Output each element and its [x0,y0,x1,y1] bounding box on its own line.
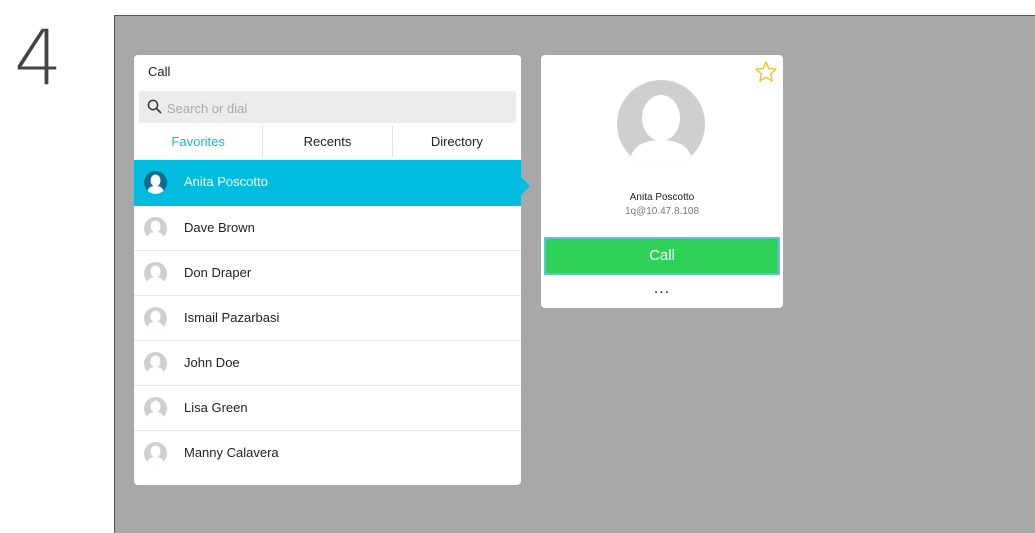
search-input[interactable] [165,97,509,119]
contact-name: Lisa Green [184,400,248,415]
person-icon [144,171,167,194]
contact-row-ismail-pazarbasi[interactable]: Ismail Pazarbasi [134,296,521,341]
person-icon [144,442,167,465]
contact-name: Anita Poscotto [184,174,268,189]
contact-row-don-draper[interactable]: Don Draper [134,251,521,296]
search-icon [147,99,162,114]
detail-contact-name: Anita Poscotto [629,192,695,203]
tab-favorites[interactable]: Favorites [134,126,264,158]
tab-recents[interactable]: Recents [263,126,393,158]
step-number: 4 [14,13,63,102]
contact-row-john-doe[interactable]: John Doe [134,341,521,386]
person-icon [144,352,167,375]
device-screen: Call Favorites Recents Directory Anita P… [114,15,1035,533]
person-icon [144,217,167,240]
contact-row-dave-brown[interactable]: Dave Brown [134,206,521,251]
more-options-button[interactable]: ... [541,280,783,298]
star-outline-icon[interactable] [754,60,778,84]
call-button[interactable]: Call [544,237,780,275]
call-panel: Call Favorites Recents Directory Anita P… [134,55,521,485]
contact-list: Anita Poscotto Dave Brown Don Draper Ism… [134,160,521,476]
contact-row-lisa-green[interactable]: Lisa Green [134,386,521,431]
contact-name: Ismail Pazarbasi [184,310,280,325]
tab-bar: Favorites Recents Directory [134,126,521,158]
panel-title: Call [148,64,171,79]
selection-pointer [521,177,530,195]
person-icon [144,397,167,420]
person-icon [617,80,705,168]
tab-directory[interactable]: Directory [393,126,521,158]
person-icon [144,307,167,330]
contact-detail-card: Anita Poscotto 1q@10.47.8.108 Call ... [541,55,783,308]
contact-name: Don Draper [184,265,252,280]
person-icon [144,262,167,285]
contact-name: Manny Calavera [184,445,279,460]
contact-name: Dave Brown [184,220,255,235]
search-bar[interactable] [139,91,516,123]
contact-row-anita-poscotto[interactable]: Anita Poscotto [134,160,521,206]
detail-contact-address: 1q@10.47.8.108 [624,206,700,217]
contact-row-manny-calavera[interactable]: Manny Calavera [134,431,521,476]
contact-name: John Doe [184,355,240,370]
